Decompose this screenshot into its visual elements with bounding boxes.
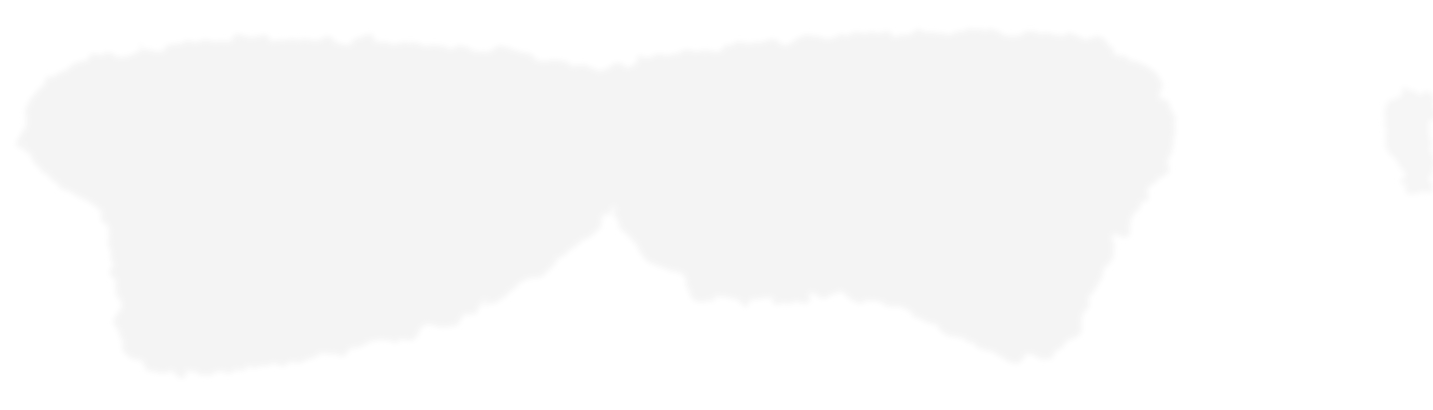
blank-canvas: [0, 0, 1433, 410]
brush-texture-graphic: [20, 31, 1433, 376]
edge-brush-smudge: [1380, 90, 1433, 191]
left-brush-smudge: [20, 38, 620, 376]
right-brush-smudge: [598, 31, 1176, 359]
